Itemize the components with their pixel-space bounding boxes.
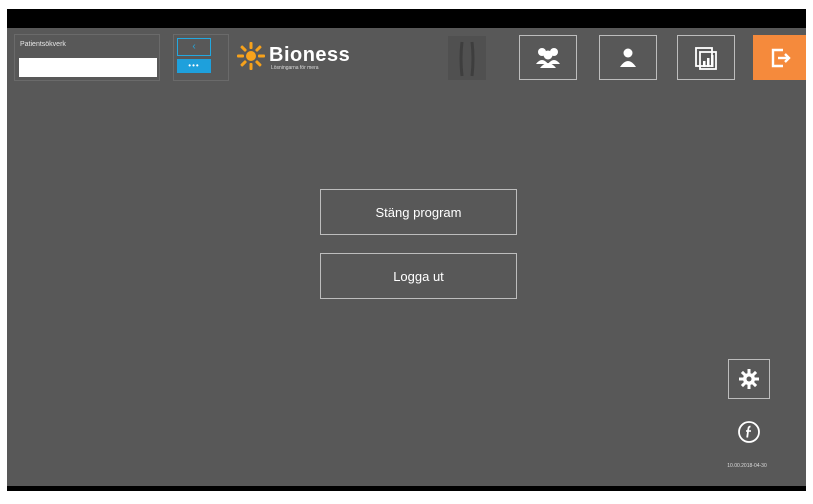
top-bar: Patientsökverk ‹ ••• Bioness Lösningarna… xyxy=(7,28,806,88)
app-screen: Patientsökverk ‹ ••• Bioness Lösningarna… xyxy=(7,28,806,486)
version-text: 10.00.2018-04-30 xyxy=(727,463,767,469)
device-more-button[interactable]: ••• xyxy=(177,59,211,73)
patient-search-panel: Patientsökverk xyxy=(14,34,160,81)
legs-icon xyxy=(459,41,475,77)
patients-group-icon xyxy=(536,47,560,68)
reports-button[interactable] xyxy=(677,35,735,80)
exit-icon xyxy=(771,48,791,67)
user-button[interactable] xyxy=(599,35,657,80)
logout-button[interactable]: Logga ut xyxy=(320,253,517,299)
legs-button[interactable] xyxy=(448,36,486,80)
device-back-indicator[interactable]: ‹ xyxy=(177,38,211,56)
bioness-logo: Bioness Lösningarna för mera xyxy=(236,40,376,72)
user-icon xyxy=(620,48,636,67)
gear-icon xyxy=(739,369,759,389)
patient-search-input[interactable] xyxy=(19,58,157,77)
patients-button[interactable] xyxy=(519,35,577,80)
report-icon xyxy=(695,46,717,70)
device-status-panel[interactable]: ‹ ••• xyxy=(173,34,229,81)
sun-logo-icon xyxy=(237,42,265,70)
settings-button[interactable] xyxy=(728,359,770,399)
exit-button[interactable] xyxy=(753,35,806,80)
close-program-button[interactable]: Stäng program xyxy=(320,189,517,235)
logo-tagline: Lösningarna för mera xyxy=(271,65,319,71)
logo-wordmark: Bioness xyxy=(269,44,351,66)
info-button[interactable] xyxy=(737,420,761,444)
patient-search-label: Patientsökverk xyxy=(20,41,66,48)
info-icon xyxy=(738,421,760,443)
